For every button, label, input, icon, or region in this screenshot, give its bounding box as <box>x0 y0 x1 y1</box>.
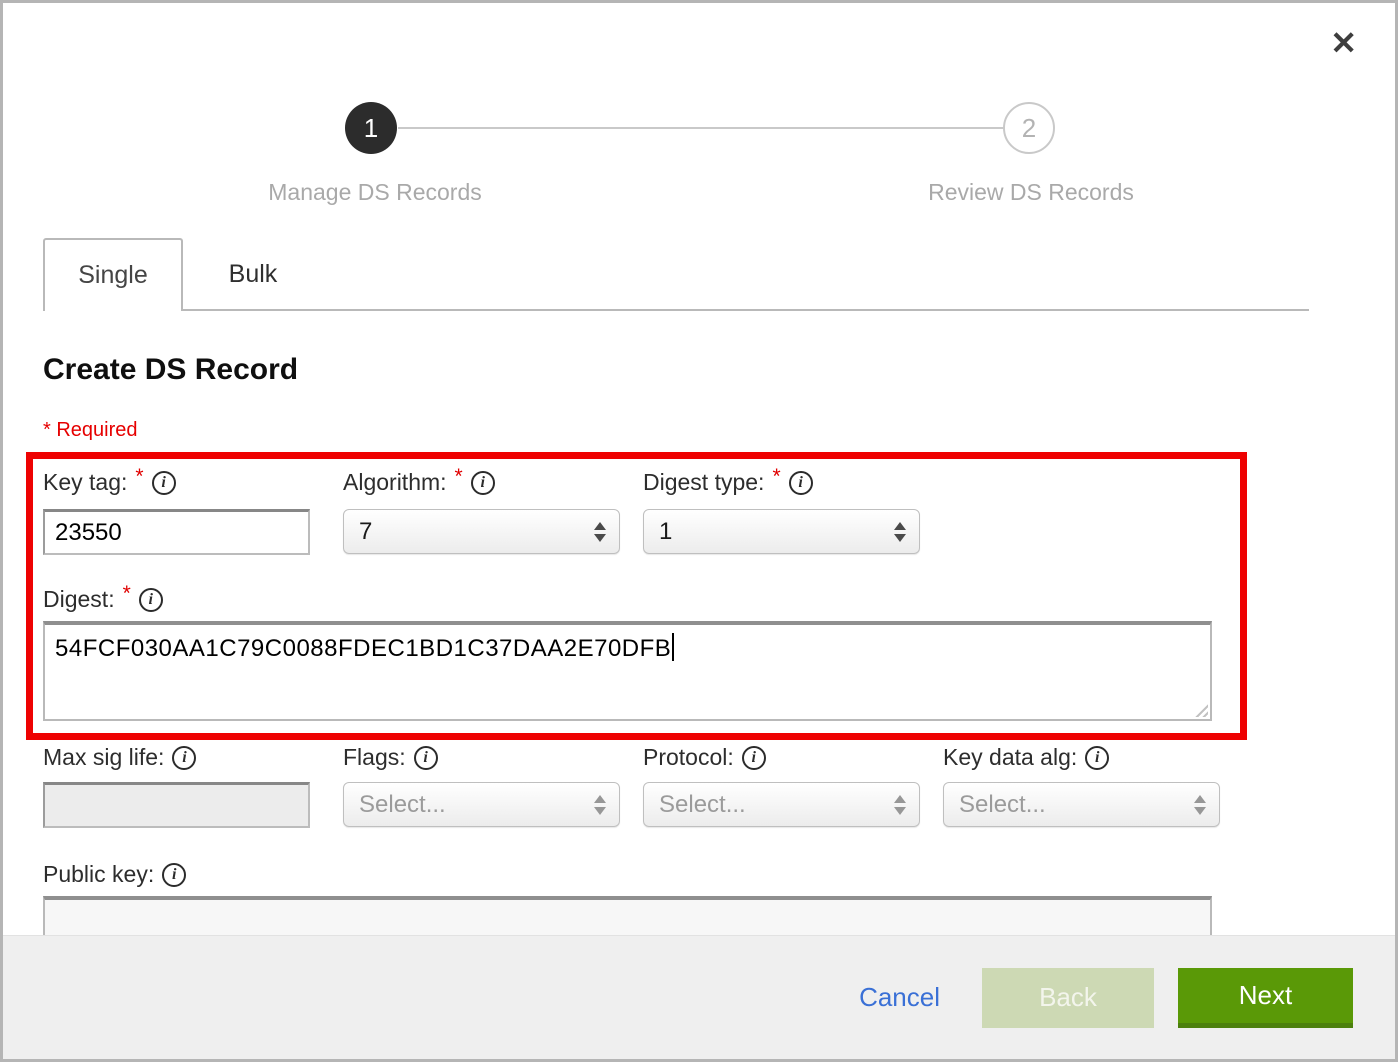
public-key-label: Public key: i <box>43 861 186 888</box>
protocol-select-value: Select... <box>659 791 746 819</box>
digest-type-select-value: 1 <box>659 518 672 546</box>
create-ds-record-modal: ✕ 1 2 Manage DS Records Review DS Record… <box>0 0 1398 1062</box>
digest-label: Digest: * i <box>43 586 163 613</box>
tab-bulk[interactable]: Bulk <box>183 238 323 311</box>
stepper-connector-line <box>398 127 1004 129</box>
text-caret <box>672 633 674 661</box>
modal-footer: Cancel Back Next <box>3 935 1395 1059</box>
select-arrows-icon <box>594 795 606 815</box>
key-tag-label-text: Key tag: <box>43 469 127 496</box>
key-data-alg-select[interactable]: Select... <box>943 782 1220 827</box>
algorithm-select-value: 7 <box>359 518 372 546</box>
algorithm-info-icon[interactable]: i <box>471 471 495 495</box>
digest-type-label: Digest type: * i <box>643 469 813 496</box>
resize-handle[interactable] <box>1191 700 1208 717</box>
max-sig-life-input[interactable] <box>43 782 310 828</box>
protocol-info-icon[interactable]: i <box>742 746 766 770</box>
key-tag-info-icon[interactable]: i <box>152 471 176 495</box>
digest-info-icon[interactable]: i <box>139 588 163 612</box>
select-arrows-icon <box>894 795 906 815</box>
algorithm-label-text: Algorithm: <box>343 469 447 496</box>
max-sig-life-label: Max sig life: i <box>43 744 196 771</box>
max-sig-life-label-text: Max sig life: <box>43 744 164 771</box>
protocol-label: Protocol: i <box>643 744 766 771</box>
digest-required-star: * <box>123 582 131 606</box>
algorithm-required-star: * <box>455 465 463 489</box>
cancel-button[interactable]: Cancel <box>859 982 940 1013</box>
flags-info-icon[interactable]: i <box>414 746 438 770</box>
tab-underline <box>183 309 1309 311</box>
algorithm-select[interactable]: 7 <box>343 509 620 554</box>
key-tag-required-star: * <box>135 465 143 489</box>
key-tag-label: Key tag: * i <box>43 469 176 496</box>
select-arrows-icon <box>894 522 906 542</box>
public-key-label-text: Public key: <box>43 861 154 888</box>
key-data-alg-label: Key data alg: i <box>943 744 1109 771</box>
step-1-indicator: 1 <box>345 102 397 154</box>
required-note: * Required <box>43 419 138 442</box>
public-key-info-icon[interactable]: i <box>162 863 186 887</box>
digest-value: 54FCF030AA1C79C0088FDEC1BD1C37DAA2E70DFB <box>55 635 671 662</box>
digest-label-text: Digest: <box>43 586 115 613</box>
select-arrows-icon <box>594 522 606 542</box>
digest-type-required-star: * <box>772 465 780 489</box>
tab-single[interactable]: Single <box>43 238 183 311</box>
digest-type-info-icon[interactable]: i <box>789 471 813 495</box>
select-arrows-icon <box>1194 795 1206 815</box>
key-data-alg-select-value: Select... <box>959 791 1046 819</box>
digest-textarea[interactable]: 54FCF030AA1C79C0088FDEC1BD1C37DAA2E70DFB <box>43 621 1212 721</box>
max-sig-life-info-icon[interactable]: i <box>172 746 196 770</box>
key-data-alg-info-icon[interactable]: i <box>1085 746 1109 770</box>
step-1-label: Manage DS Records <box>215 179 535 206</box>
digest-type-label-text: Digest type: <box>643 469 764 496</box>
page-title: Create DS Record <box>43 353 298 387</box>
step-2-label: Review DS Records <box>871 179 1191 206</box>
close-icon[interactable]: ✕ <box>1330 27 1357 59</box>
back-button[interactable]: Back <box>982 968 1154 1028</box>
flags-select[interactable]: Select... <box>343 782 620 827</box>
flags-label-text: Flags: <box>343 744 406 771</box>
flags-select-value: Select... <box>359 791 446 819</box>
key-data-alg-label-text: Key data alg: <box>943 744 1077 771</box>
algorithm-label: Algorithm: * i <box>343 469 495 496</box>
next-button[interactable]: Next <box>1178 968 1353 1028</box>
protocol-select[interactable]: Select... <box>643 782 920 827</box>
step-2-indicator: 2 <box>1003 102 1055 154</box>
digest-type-select[interactable]: 1 <box>643 509 920 554</box>
protocol-label-text: Protocol: <box>643 744 734 771</box>
flags-label: Flags: i <box>343 744 438 771</box>
key-tag-input[interactable] <box>43 509 310 555</box>
